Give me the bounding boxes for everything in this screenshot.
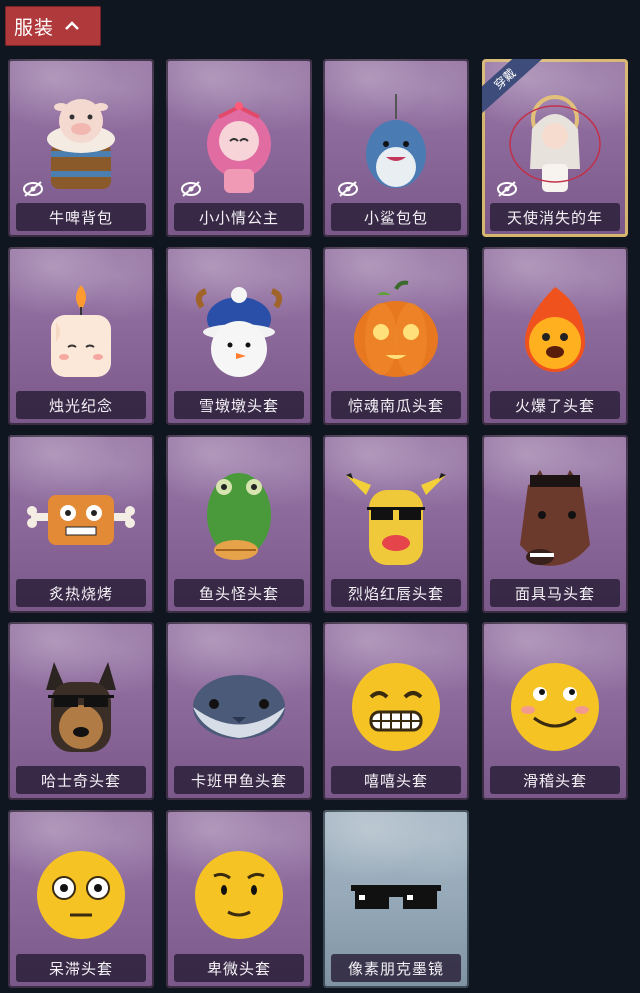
- item-card[interactable]: 哈士奇头套: [8, 622, 154, 800]
- fish-head-icon: [184, 465, 294, 575]
- item-name: 呆滞头套: [48, 959, 113, 978]
- hidden-eye-icon[interactable]: [22, 181, 44, 197]
- candle-head-icon: [26, 277, 136, 387]
- bbq-head-icon: [26, 465, 136, 575]
- item-card[interactable]: 面具马头套: [482, 435, 628, 613]
- item-name-bar: 火爆了头套: [490, 391, 620, 419]
- hidden-eye-icon[interactable]: [180, 181, 202, 197]
- item-name: 小小情公主: [198, 208, 279, 227]
- pixel-sunglasses-icon: [341, 840, 451, 950]
- item-name: 卑微头套: [206, 959, 271, 978]
- item-name: 鱼头怪头套: [198, 584, 279, 603]
- item-card[interactable]: 雪墩墩头套: [166, 247, 312, 425]
- item-name-bar: 面具马头套: [490, 579, 620, 607]
- item-name-bar: 烈焰红唇头套: [331, 579, 461, 607]
- item-name-bar: 卡班甲鱼头套: [174, 766, 304, 794]
- item-card[interactable]: 烛光纪念: [8, 247, 154, 425]
- item-grid: 牛啤背包 小小情公主 小鲨包包 穿戴 天使消失的年 烛光纪念 雪墩墩头套 惊魂南…: [0, 0, 640, 993]
- item-name-bar: 滑稽头套: [490, 766, 620, 794]
- pumpkin-head-icon: [341, 277, 451, 387]
- hidden-eye-icon[interactable]: [337, 181, 359, 197]
- item-card[interactable]: 穿戴 天使消失的年: [482, 59, 628, 237]
- item-card[interactable]: 小鲨包包: [323, 59, 469, 237]
- item-card[interactable]: 滑稽头套: [482, 622, 628, 800]
- humble-emoji-head-icon: [184, 840, 294, 950]
- item-name-bar: 惊魂南瓜头套: [331, 391, 461, 419]
- item-name-bar: 哈士奇头套: [16, 766, 146, 794]
- item-name-bar: 烛光纪念: [16, 391, 146, 419]
- item-name-bar: 小小情公主: [174, 203, 304, 231]
- item-name: 天使消失的年: [506, 208, 603, 227]
- dazed-emoji-head-icon: [26, 840, 136, 950]
- item-name: 滑稽头套: [522, 771, 587, 790]
- item-name: 牛啤背包: [48, 208, 113, 227]
- fire-head-icon: [500, 277, 610, 387]
- horse-head-icon: [500, 465, 610, 575]
- item-card[interactable]: 惊魂南瓜头套: [323, 247, 469, 425]
- item-name-bar: 嘻嘻头套: [331, 766, 461, 794]
- item-name-bar: 卑微头套: [174, 954, 304, 982]
- grin-emoji-head-icon: [341, 652, 451, 762]
- item-card[interactable]: 嘻嘻头套: [323, 622, 469, 800]
- item-name: 像素朋克墨镜: [347, 959, 444, 978]
- item-name-bar: 鱼头怪头套: [174, 579, 304, 607]
- item-name: 烈焰红唇头套: [347, 584, 444, 603]
- item-name-bar: 小鲨包包: [331, 203, 461, 231]
- item-card[interactable]: 小小情公主: [166, 59, 312, 237]
- snowman-head-icon: [184, 277, 294, 387]
- item-name: 烛光纪念: [48, 396, 113, 415]
- item-name: 火爆了头套: [514, 396, 595, 415]
- husky-head-icon: [26, 652, 136, 762]
- item-name: 嘻嘻头套: [363, 771, 428, 790]
- fish-blob-head-icon: [184, 652, 294, 762]
- item-name: 雪墩墩头套: [198, 396, 279, 415]
- item-card[interactable]: 卡班甲鱼头套: [166, 622, 312, 800]
- item-name: 惊魂南瓜头套: [347, 396, 444, 415]
- item-card[interactable]: 烈焰红唇头套: [323, 435, 469, 613]
- item-name-bar: 天使消失的年: [490, 203, 620, 231]
- item-name: 炙热烧烤: [48, 584, 113, 603]
- item-name: 卡班甲鱼头套: [190, 771, 287, 790]
- item-name: 面具马头套: [514, 584, 595, 603]
- item-card[interactable]: 牛啤背包: [8, 59, 154, 237]
- item-card[interactable]: 炙热烧烤: [8, 435, 154, 613]
- item-card[interactable]: 卑微头套: [166, 810, 312, 988]
- item-card[interactable]: 火爆了头套: [482, 247, 628, 425]
- item-name-bar: 牛啤背包: [16, 203, 146, 231]
- item-name-bar: 雪墩墩头套: [174, 391, 304, 419]
- item-card[interactable]: 呆滞头套: [8, 810, 154, 988]
- hidden-eye-icon[interactable]: [496, 181, 518, 197]
- smirk-emoji-head-icon: [500, 652, 610, 762]
- item-card[interactable]: 鱼头怪头套: [166, 435, 312, 613]
- item-name-bar: 炙热烧烤: [16, 579, 146, 607]
- item-name: 小鲨包包: [363, 208, 428, 227]
- item-name: 哈士奇头套: [40, 771, 121, 790]
- yellow-mask-head-icon: [341, 465, 451, 575]
- item-name-bar: 像素朋克墨镜: [331, 954, 461, 982]
- item-card[interactable]: 像素朋克墨镜: [323, 810, 469, 988]
- item-name-bar: 呆滞头套: [16, 954, 146, 982]
